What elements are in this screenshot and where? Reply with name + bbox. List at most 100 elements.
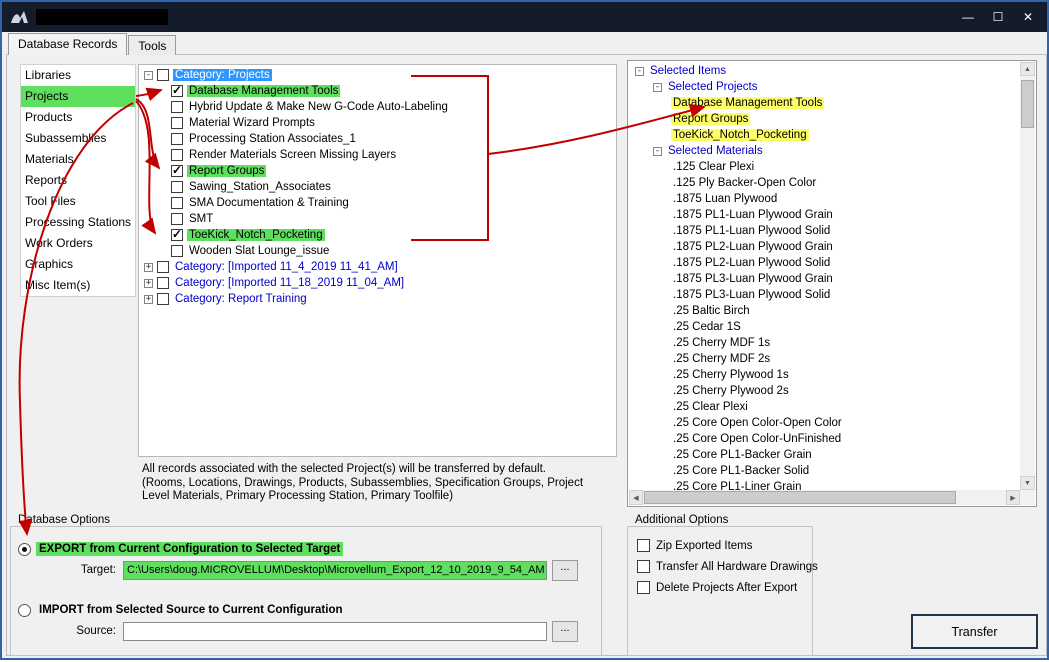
- tree-category[interactable]: + Category: Report Training: [139, 291, 616, 307]
- selected-material-label[interactable]: .1875 PL2-Luan Plywood Solid: [671, 257, 832, 269]
- item-checkbox[interactable]: [171, 117, 183, 129]
- selected-project-label[interactable]: ToeKick_Notch_Pocketing: [671, 129, 809, 141]
- selected-material-label[interactable]: .25 Core PL1-Backer Grain: [671, 449, 814, 461]
- category-checkbox[interactable]: [157, 69, 169, 81]
- tree-item[interactable]: Sawing_Station_Associates: [139, 179, 616, 195]
- sidebar-item[interactable]: Projects: [21, 86, 135, 107]
- scroll-right-icon[interactable]: ▶: [1006, 490, 1020, 505]
- tree-item-label[interactable]: Report Groups: [187, 165, 267, 177]
- selected-material-row[interactable]: .1875 PL2-Luan Plywood Solid: [629, 255, 1020, 271]
- target-path-input[interactable]: C:\Users\doug.MICROVELLUM\Desktop\Microv…: [123, 561, 547, 580]
- category-projects-label[interactable]: Category: Projects: [173, 69, 272, 81]
- export-radio[interactable]: [18, 542, 31, 556]
- close-button[interactable]: ✕: [1013, 2, 1043, 32]
- selected-material-row[interactable]: .1875 PL1-Luan Plywood Grain: [629, 207, 1020, 223]
- horizontal-scrollbar[interactable]: ◀ ▶: [629, 490, 1020, 505]
- item-checkbox[interactable]: [171, 213, 183, 225]
- selected-material-row[interactable]: .25 Cherry MDF 1s: [629, 335, 1020, 351]
- selected-material-label[interactable]: .25 Cherry MDF 1s: [671, 337, 772, 349]
- selected-items-label[interactable]: Selected Items: [648, 65, 728, 77]
- sidebar-item[interactable]: Graphics: [21, 254, 135, 275]
- tree-item[interactable]: Wooden Slat Lounge_issue: [139, 243, 616, 259]
- selected-material-label[interactable]: .25 Core Open Color-UnFinished: [671, 433, 843, 445]
- collapse-icon[interactable]: -: [653, 82, 662, 92]
- tree-item[interactable]: SMT: [139, 211, 616, 227]
- selected-material-label[interactable]: .25 Cherry Plywood 2s: [671, 385, 791, 397]
- export-radio-label[interactable]: EXPORT from Current Configuration to Sel…: [36, 542, 344, 556]
- sidebar-item[interactable]: Misc Item(s): [21, 275, 135, 296]
- selected-material-row[interactable]: .125 Ply Backer-Open Color: [629, 175, 1020, 191]
- expand-icon[interactable]: +: [144, 262, 153, 272]
- sidebar-item[interactable]: Tool Files: [21, 191, 135, 212]
- selected-material-label[interactable]: .25 Clear Plexi: [671, 401, 750, 413]
- tree-item[interactable]: Report Groups: [139, 163, 616, 179]
- minimize-button[interactable]: —: [953, 2, 983, 32]
- sidebar-item[interactable]: Subassemblies: [21, 128, 135, 149]
- category-label[interactable]: Category: Report Training: [173, 293, 309, 305]
- selected-material-row[interactable]: .25 Core PL1-Backer Grain: [629, 447, 1020, 463]
- option-checkbox-row[interactable]: Delete Projects After Export: [637, 577, 818, 598]
- tree-category[interactable]: + Category: [Imported 11_4_2019 11_41_AM…: [139, 259, 616, 275]
- tree-item-label[interactable]: Sawing_Station_Associates: [187, 181, 333, 193]
- selected-material-row[interactable]: .25 Baltic Birch: [629, 303, 1020, 319]
- selected-material-label[interactable]: .25 Core PL1-Liner Grain: [671, 481, 803, 490]
- sidebar-item[interactable]: Libraries: [21, 65, 135, 86]
- item-checkbox[interactable]: [171, 181, 183, 193]
- item-checkbox[interactable]: [171, 197, 183, 209]
- source-browse-button[interactable]: ...: [552, 621, 578, 642]
- import-radio-label[interactable]: IMPORT from Selected Source to Current C…: [36, 603, 346, 617]
- item-checkbox[interactable]: [171, 163, 183, 177]
- selected-project-label[interactable]: Report Groups: [671, 113, 751, 125]
- selected-material-label[interactable]: .25 Core PL1-Backer Solid: [671, 465, 811, 477]
- selected-material-row[interactable]: .25 Cherry Plywood 2s: [629, 383, 1020, 399]
- tree-item-label[interactable]: Material Wizard Prompts: [187, 117, 317, 129]
- selected-material-row[interactable]: .25 Core Open Color-UnFinished: [629, 431, 1020, 447]
- scroll-left-icon[interactable]: ◀: [629, 490, 643, 505]
- tree-item-label[interactable]: Render Materials Screen Missing Layers: [187, 149, 398, 161]
- selected-material-label[interactable]: .1875 PL3-Luan Plywood Solid: [671, 289, 832, 301]
- selected-material-label[interactable]: .1875 Luan Plywood: [671, 193, 779, 205]
- option-checkbox[interactable]: [637, 539, 650, 552]
- selected-material-label[interactable]: .1875 PL2-Luan Plywood Grain: [671, 241, 835, 253]
- selected-material-label[interactable]: .25 Core Open Color-Open Color: [671, 417, 844, 429]
- selected-material-row[interactable]: .1875 PL3-Luan Plywood Solid: [629, 287, 1020, 303]
- tree-item[interactable]: ToeKick_Notch_Pocketing: [139, 227, 616, 243]
- selected-projects-label[interactable]: Selected Projects: [666, 81, 760, 93]
- option-checkbox-row[interactable]: Zip Exported Items: [637, 535, 818, 556]
- category-checkbox[interactable]: [157, 293, 169, 305]
- expand-icon[interactable]: +: [144, 294, 153, 304]
- option-checkbox[interactable]: [637, 560, 650, 573]
- source-path-input[interactable]: [123, 622, 547, 641]
- tree-item[interactable]: Database Management Tools: [139, 83, 616, 99]
- selected-material-label[interactable]: .1875 PL3-Luan Plywood Grain: [671, 273, 835, 285]
- collapse-icon[interactable]: -: [653, 146, 662, 156]
- sidebar-item[interactable]: Materials: [21, 149, 135, 170]
- import-radio[interactable]: [18, 603, 31, 617]
- selected-material-row[interactable]: .1875 PL1-Luan Plywood Solid: [629, 223, 1020, 239]
- selected-project-label[interactable]: Database Management Tools: [671, 97, 825, 109]
- category-checkbox[interactable]: [157, 261, 169, 273]
- selected-material-row[interactable]: .1875 PL2-Luan Plywood Grain: [629, 239, 1020, 255]
- tree-category[interactable]: + Category: [Imported 11_18_2019 11_04_A…: [139, 275, 616, 291]
- collapse-icon[interactable]: -: [635, 66, 644, 76]
- sidebar-item[interactable]: Processing Stations: [21, 212, 135, 233]
- item-checkbox[interactable]: [171, 149, 183, 161]
- scroll-down-icon[interactable]: ▼: [1020, 476, 1035, 490]
- selected-material-label[interactable]: .125 Ply Backer-Open Color: [671, 177, 818, 189]
- item-checkbox[interactable]: [171, 101, 183, 113]
- collapse-icon[interactable]: -: [144, 70, 153, 80]
- selected-material-label[interactable]: .1875 PL1-Luan Plywood Grain: [671, 209, 835, 221]
- selected-material-row[interactable]: .25 Cherry Plywood 1s: [629, 367, 1020, 383]
- option-checkbox[interactable]: [637, 581, 650, 594]
- category-label[interactable]: Category: [Imported 11_18_2019 11_04_AM]: [173, 277, 406, 289]
- expand-icon[interactable]: +: [144, 278, 153, 288]
- selected-material-row[interactable]: .25 Core PL1-Liner Grain: [629, 479, 1020, 490]
- selected-material-row[interactable]: .1875 Luan Plywood: [629, 191, 1020, 207]
- tree-item-label[interactable]: Processing Station Associates_1: [187, 133, 358, 145]
- selected-material-label[interactable]: .1875 PL1-Luan Plywood Solid: [671, 225, 832, 237]
- option-checkbox-row[interactable]: Transfer All Hardware Drawings: [637, 556, 818, 577]
- item-checkbox[interactable]: [171, 245, 183, 257]
- selected-project-row[interactable]: Database Management Tools: [629, 95, 1020, 111]
- tree-item-label[interactable]: Database Management Tools: [187, 85, 341, 97]
- tree-item-label[interactable]: SMT: [187, 213, 215, 225]
